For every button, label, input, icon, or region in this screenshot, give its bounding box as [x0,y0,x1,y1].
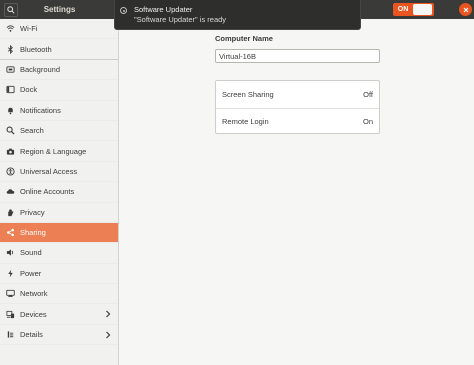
notification-popup[interactable]: Software Updater "Software Updater" is r… [114,0,361,30]
bluetooth-icon [6,44,15,54]
sidebar-item-sound[interactable]: Sound [0,243,118,264]
service-status: Off [363,89,373,99]
sidebar-item-devices[interactable]: Devices [0,304,118,325]
sidebar-item-label: Sound [20,248,42,258]
sidebar-item-bluetooth[interactable]: Bluetooth [0,39,118,60]
sidebar-item-wifi[interactable]: Wi-Fi [0,19,118,40]
chevron-right-icon [106,331,111,339]
toggle-knob [413,4,432,15]
dock-icon [6,85,15,94]
sidebar-item-label: Sharing [20,228,46,238]
power-icon [6,269,15,278]
cloud-icon [6,187,15,196]
sidebar-item-universal-access[interactable]: Universal Access [0,162,118,183]
background-icon [6,65,15,74]
sidebar-item-privacy[interactable]: Privacy [0,203,118,223]
camera-icon [6,147,15,156]
sidebar-item-label: Universal Access [20,166,78,176]
close-icon [463,7,468,12]
sidebar-item-dock[interactable]: Dock [0,80,118,101]
sidebar-item-network[interactable]: Network [0,284,118,305]
notification-title: Software Updater [134,5,193,14]
sidebar-item-region-language[interactable]: Region & Language [0,141,118,162]
sidebar-item-label: Wi-Fi [20,24,38,34]
service-label: Remote Login [222,116,269,126]
computer-name-label: Computer Name [215,34,273,43]
sidebar-item-label: Devices [20,309,47,319]
sidebar-item-label: Bluetooth [20,44,52,54]
network-icon [6,289,15,298]
sidebar-item-online-accounts[interactable]: Online Accounts [0,182,118,203]
search-icon [7,5,15,14]
sidebar-item-label: Network [20,289,48,299]
sidebar-item-label: Details [20,330,43,340]
notification-icon [120,7,127,14]
computer-name-field[interactable] [215,49,380,63]
toggle-label: ON [397,6,409,13]
window-close-button[interactable] [459,3,472,16]
header-left: Settings [0,0,119,19]
service-status: On [362,116,373,126]
remote-login-row[interactable]: Remote Login On [216,107,379,135]
universal-access-icon [6,167,15,176]
notification-body: "Software Updater" is ready [134,15,227,24]
header-search-button[interactable] [4,2,18,17]
sidebar-item-sharing[interactable]: Sharing [0,222,118,244]
sidebar-item-details[interactable]: Details [0,325,118,346]
info-icon [6,330,15,339]
sharing-master-toggle[interactable]: ON [393,3,434,16]
sidebar-item-notifications[interactable]: Notifications [0,101,118,121]
sidebar-item-search[interactable]: Search [0,121,118,142]
sidebar-item-label: Search [20,126,44,136]
chevron-right-icon [106,311,111,318]
sidebar-item-label: Region & Language [20,146,87,156]
speaker-icon [6,248,15,257]
wifi-icon [6,24,15,33]
sidebar-item-label: Dock [20,85,38,95]
share-icon [6,228,15,237]
sidebar-item-label: Notifications [20,105,61,115]
sidebar-item-label: Online Accounts [20,187,75,197]
screen-sharing-row[interactable]: Screen Sharing Off [216,81,379,108]
search-icon [6,126,15,135]
sidebar-item-power[interactable]: Power [0,264,118,285]
sidebar-item-background[interactable]: Background [0,60,118,81]
sidebar: Wi-Fi Bluetooth Background Dock Notifica… [0,19,119,365]
sharing-services-list: Screen Sharing Off Remote Login On [215,80,380,134]
devices-icon [6,310,15,319]
sidebar-item-label: Power [20,268,42,278]
bell-icon [6,106,15,115]
sidebar-item-label: Privacy [20,207,45,217]
sidebar-item-label: Background [20,64,61,74]
service-label: Screen Sharing [222,89,274,99]
privacy-hand-icon [6,208,15,217]
sharing-panel: Computer Name Screen Sharing Off Remote … [120,19,474,365]
